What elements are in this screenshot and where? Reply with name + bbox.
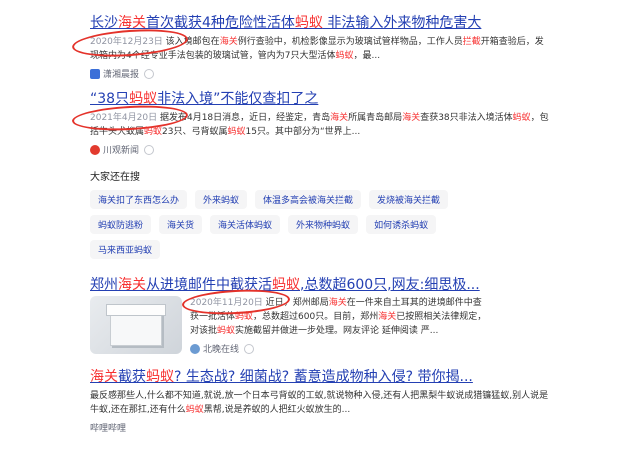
source-name: 潇湘晨报 [103, 70, 140, 80]
search-result-1: 长沙海关首次截获4种危险性活体蚂蚁 非法输入外来物种危害大 2020年12月23… [90, 14, 550, 80]
result-source-4[interactable]: 哔哩哔哩 [90, 421, 550, 434]
related-chip[interactable]: 海关扣了东西怎么办 [90, 190, 188, 209]
result-title-3[interactable]: 郑州海关从进境邮件中截获活蚂蚁,总数超600只,网友:细思极... [90, 276, 550, 294]
snippet-text: 该入境邮包在 [162, 37, 220, 47]
foam-box-lid-image [106, 304, 166, 316]
result-snippet-2: 2021年4月20日 据发布4月18日消息，近日，经鉴定，青岛海关所属青岛邮局海… [90, 111, 550, 139]
snippet-highlight: 海关 [330, 113, 349, 123]
snippet-highlight: 海关 [402, 113, 421, 123]
title-highlight: 蚂蚁 [272, 277, 300, 293]
source-logo-icon [190, 343, 200, 354]
related-row: 蚂蚁防逃粉 海关货 海关活体蚂蚁 外来物种蚂蚁 如何诱杀蚂蚁 [90, 215, 510, 234]
snippet-highlight: 蚂蚁 [335, 51, 354, 61]
title-text: 郑州 [90, 277, 118, 293]
result-date: 2020年12月23日 [90, 37, 163, 47]
title-highlight: 蚂蚁 [129, 91, 158, 107]
result-date: 2021年4月20日 [90, 113, 158, 123]
title-highlight: 海关 [118, 15, 146, 31]
snippet-highlight: 蚂蚁 [235, 312, 254, 322]
title-highlight: 海关 [118, 277, 146, 293]
snippet-text: 所属青岛邮局 [348, 113, 403, 123]
title-text: 截获 [118, 369, 146, 385]
related-chip[interactable]: 马来西亚蚂蚁 [90, 240, 161, 259]
source-name: 北晚在线 [203, 345, 240, 355]
snippet-highlight: 海关 [378, 312, 397, 322]
result-source-1[interactable]: 潇湘晨报 [90, 67, 550, 80]
source-name: 川观新闻 [103, 146, 140, 156]
related-chip[interactable]: 海关货 [159, 215, 203, 234]
result-date: 2020年11月20日 [190, 298, 263, 308]
title-text: 从进境邮件中截获活 [146, 277, 272, 293]
title-text: 长沙 [90, 15, 118, 31]
related-searches-title: 大家还在搜 [90, 172, 140, 183]
snippet-highlight: 蚂蚁 [512, 113, 531, 123]
snippet-highlight: 蚂蚁 [217, 326, 236, 336]
related-chip[interactable]: 外来物种蚂蚁 [288, 215, 359, 234]
snippet-highlight: 蚂蚁 [185, 405, 204, 415]
more-options-icon[interactable] [144, 68, 155, 79]
snippet-text: ，最... [353, 51, 381, 61]
result-title-4[interactable]: 海关截获蚂蚁? 生态战? 细菌战? 蓄意造成物种入侵? 带你揭... [90, 368, 550, 386]
snippet-highlight: 海关 [219, 37, 238, 47]
source-name: 哔哩哔哩 [90, 424, 127, 434]
related-chip[interactable]: 蚂蚁防逃粉 [90, 215, 152, 234]
result-title-1[interactable]: 长沙海关首次截获4种危险性活体蚂蚁 非法输入外来物种危害大 [90, 14, 550, 32]
related-chip[interactable]: 如何诱杀蚂蚁 [366, 215, 437, 234]
search-result-3: 郑州海关从进境邮件中截获活蚂蚁,总数超600只,网友:细思极... [90, 276, 550, 294]
snippet-text: 查获38只非法入境活体 [420, 113, 513, 123]
result-snippet-1: 2020年12月23日 该入境邮包在海关例行查验中，机检影像显示为玻璃试管样物品… [90, 35, 550, 63]
title-text: 非法入境”不能仅查扣了之 [157, 91, 319, 107]
related-chip[interactable]: 发烧被海关拦截 [369, 190, 449, 209]
snippet-text: 据 [157, 113, 169, 123]
source-logo-icon [90, 144, 100, 155]
snippet-text: 实施截留并做进一步处理。网友评论 延伸阅读 严... [235, 326, 439, 336]
result-source-3[interactable]: 北晚在线 [190, 342, 490, 355]
result-body-3: 2020年11月20日 近日，郑州邮局海关在一件来自土耳其的进境邮件中查获一批活… [190, 296, 490, 355]
snippet-text: 黑帮,说是养蚁的人把红火蚁放生的... [203, 405, 351, 415]
title-highlight: 蚂蚁 [146, 369, 174, 385]
snippet-text: ，总数超过600只。目前，郑州 [253, 312, 379, 322]
snippet-highlight: 蚂蚁 [144, 127, 163, 137]
source-logo-icon [90, 68, 100, 79]
result-title-2[interactable]: “38只蚂蚁非法入境”不能仅查扣了之 [90, 90, 550, 108]
title-highlight: 海关 [90, 369, 118, 385]
snippet-text: 郑州邮局 [292, 298, 329, 308]
related-row: 海关扣了东西怎么办 外来蚂蚁 体温多高会被海关拦截 发烧被海关拦截 [90, 190, 510, 209]
result-snippet-3: 2020年11月20日 近日，郑州邮局海关在一件来自土耳其的进境邮件中查获一批活… [190, 296, 490, 338]
title-text: ,总数超600只,网友:细思极... [300, 277, 480, 293]
snippet-text: 发布4月18日消息，近日，经鉴定，青岛 [168, 113, 331, 123]
result-thumbnail[interactable] [90, 296, 182, 354]
more-options-icon[interactable] [244, 343, 255, 354]
result-snippet-4: 最反感那些人,什么都不知道,就说,放一个日本弓背蚁的工蚁,就说物种入侵,还有人把… [90, 389, 550, 417]
snippet-text: 近日， [262, 298, 293, 308]
search-result-4: 海关截获蚂蚁? 生态战? 细菌战? 蓄意造成物种入侵? 带你揭... 最反感那些… [90, 368, 550, 434]
title-text: ? 生态战? 细菌战? 蓄意造成物种入侵? 带你揭... [174, 369, 473, 385]
snippet-highlight: 蚂蚁 [227, 127, 246, 137]
snippet-text: 例行查验中，机检影像显示为玻璃试管样物品，工作人员 [237, 37, 463, 47]
snippet-highlight: 拦截 [462, 37, 481, 47]
snippet-text: 15只。其中部分为“世界上... [245, 127, 361, 137]
title-text: 首次截获4种危险性活体 [146, 15, 295, 31]
title-text: “38只 [90, 91, 130, 107]
related-chip[interactable]: 海关活体蚂蚁 [210, 215, 281, 234]
related-searches: 海关扣了东西怎么办 外来蚂蚁 体温多高会被海关拦截 发烧被海关拦截 蚂蚁防逃粉 … [90, 190, 510, 265]
result-source-2[interactable]: 川观新闻 [90, 143, 550, 156]
title-highlight: 蚂蚁 [294, 15, 323, 31]
related-row: 马来西亚蚂蚁 [90, 240, 510, 259]
search-result-2: “38只蚂蚁非法入境”不能仅查扣了之 2021年4月20日 据发布4月18日消息… [90, 90, 550, 156]
title-text: 非法输入外来物种危害大 [322, 15, 482, 31]
snippet-text: 23只、弓背蚁属 [162, 127, 228, 137]
related-chip[interactable]: 体温多高会被海关拦截 [255, 190, 362, 209]
snippet-highlight: 海关 [328, 298, 347, 308]
related-chip[interactable]: 外来蚂蚁 [195, 190, 248, 209]
more-options-icon[interactable] [144, 144, 155, 155]
